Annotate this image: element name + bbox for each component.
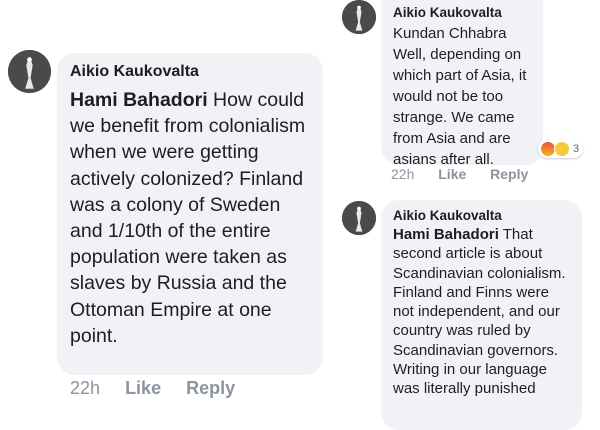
wow-reaction-icon xyxy=(554,141,570,157)
comment-actions: 22h Like Reply xyxy=(70,378,255,399)
comment-author[interactable]: Aikio Kaukovalta xyxy=(393,208,572,223)
user-avatar-icon[interactable] xyxy=(342,0,376,34)
comment-body: How could we benefit from colonialism wh… xyxy=(70,89,306,347)
comment-body: That second article is about Scandinavia… xyxy=(393,226,566,398)
reply-button[interactable]: Reply xyxy=(186,378,235,398)
comment-author[interactable]: Aikio Kaukovalta xyxy=(70,63,313,81)
comment-text: Hami Bahadori That second article is abo… xyxy=(393,225,572,399)
comment-timestamp[interactable]: 22h xyxy=(391,166,414,182)
comment-actions: 22h Like Reply xyxy=(391,166,548,182)
reaction-count: 3 xyxy=(573,143,580,155)
reply-button[interactable]: Reply xyxy=(490,166,528,182)
like-button[interactable]: Like xyxy=(125,378,161,398)
comment-bubble: Aikio Kaukovalta Kundan Chhabra Well, de… xyxy=(381,0,543,168)
comment-text: Kundan Chhabra Well, depending on which … xyxy=(393,23,533,170)
comment-author[interactable]: Aikio Kaukovalta xyxy=(393,5,533,20)
like-button[interactable]: Like xyxy=(438,166,466,182)
comment-timestamp[interactable]: 22h xyxy=(70,378,100,398)
user-avatar-icon[interactable] xyxy=(342,201,376,235)
mention-link[interactable]: Hami Bahadori xyxy=(393,226,499,243)
user-avatar-icon[interactable] xyxy=(8,50,51,93)
mention-link[interactable]: Hami Bahadori xyxy=(70,89,208,111)
reactions-summary[interactable]: 3 xyxy=(538,140,584,158)
comment-bubble: Aikio Kaukovalta Hami Bahadori That seco… xyxy=(381,200,582,430)
comment-body: Well, depending on which part of Asia, i… xyxy=(393,46,527,168)
mention-link[interactable]: Kundan Chhabra xyxy=(393,25,506,42)
comment-text: Hami Bahadori How could we benefit from … xyxy=(70,87,313,349)
comment-bubble: Aikio Kaukovalta Hami Bahadori How could… xyxy=(57,53,323,375)
